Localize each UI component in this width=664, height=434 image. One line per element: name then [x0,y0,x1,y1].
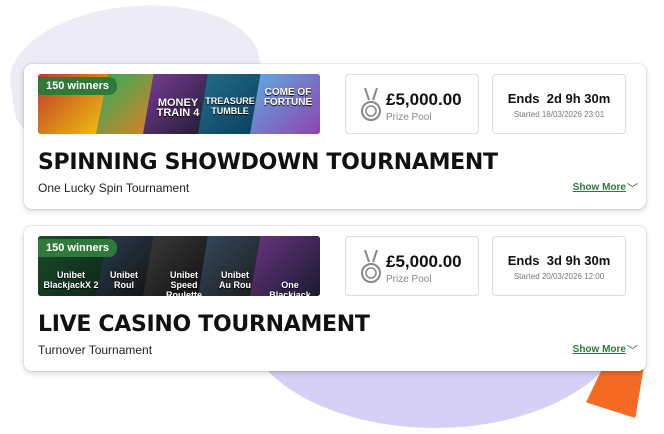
countdown-box: Ends 2d 9h 30m Started 18/03/2026 23:01 [492,74,626,134]
ends-countdown: Ends 2d 9h 30m [507,91,611,106]
tournament-banner: MONEY TRAIN 4 TREASURE TUMBLE COME OF FO… [38,74,320,134]
game-tile-label: Unibet Au Rou [219,270,251,290]
show-more-link[interactable]: Show More [573,182,626,193]
game-tile-label: Unibet BlackjackX 2 [43,270,99,290]
chevron-down-icon[interactable]: ﹀ [627,180,638,196]
prize-amount: £5,000.00 [386,252,462,271]
prize-label: Prize Pool [386,112,432,123]
prize-pool-box: £5,000.00 Prize Pool [345,236,479,296]
winners-badge: 150 winners [38,77,117,95]
tournament-title: SPINNING SHOWDOWN TOURNAMENT [38,150,498,175]
tournament-subtitle: One Lucky Spin Tournament [38,181,190,195]
game-tile-label: Unibet Roul [110,270,138,290]
game-tile-label: One Blackjack [269,280,311,296]
game-tile-label: COME OF FORTUNE [263,87,313,108]
tournament-card[interactable]: MONEY TRAIN 4 TREASURE TUMBLE COME OF FO… [24,64,646,209]
game-tile-label: MONEY TRAIN 4 [156,97,200,119]
medal-icon [361,249,381,283]
tournament-card[interactable]: Unibet BlackjackX 2 Unibet Roul Unibet S… [24,226,646,371]
countdown-box: Ends 3d 9h 30m Started 20/03/2026 12:00 [492,236,626,296]
medal-icon [361,87,381,121]
show-more-link[interactable]: Show More [573,344,626,355]
prize-pool-box: £5,000.00 Prize Pool [345,74,479,134]
tournament-banner: Unibet BlackjackX 2 Unibet Roul Unibet S… [38,236,320,296]
prize-amount: £5,000.00 [386,90,462,109]
ends-countdown: Ends 3d 9h 30m [507,253,611,268]
game-tile-label: Unibet Speed Roulette [166,270,202,296]
game-tile-label: TREASURE TUMBLE [205,96,255,116]
tournament-title: LIVE CASINO TOURNAMENT [38,312,370,337]
tournament-list-page: MONEY TRAIN 4 TREASURE TUMBLE COME OF FO… [0,0,664,434]
tournament-subtitle: Turnover Tournament [38,343,153,357]
prize-label: Prize Pool [386,274,432,285]
winners-badge: 150 winners [38,239,117,257]
chevron-down-icon[interactable]: ﹀ [627,342,638,358]
started-date: Started 20/03/2026 12:00 [513,272,605,281]
started-date: Started 18/03/2026 23:01 [513,110,605,119]
